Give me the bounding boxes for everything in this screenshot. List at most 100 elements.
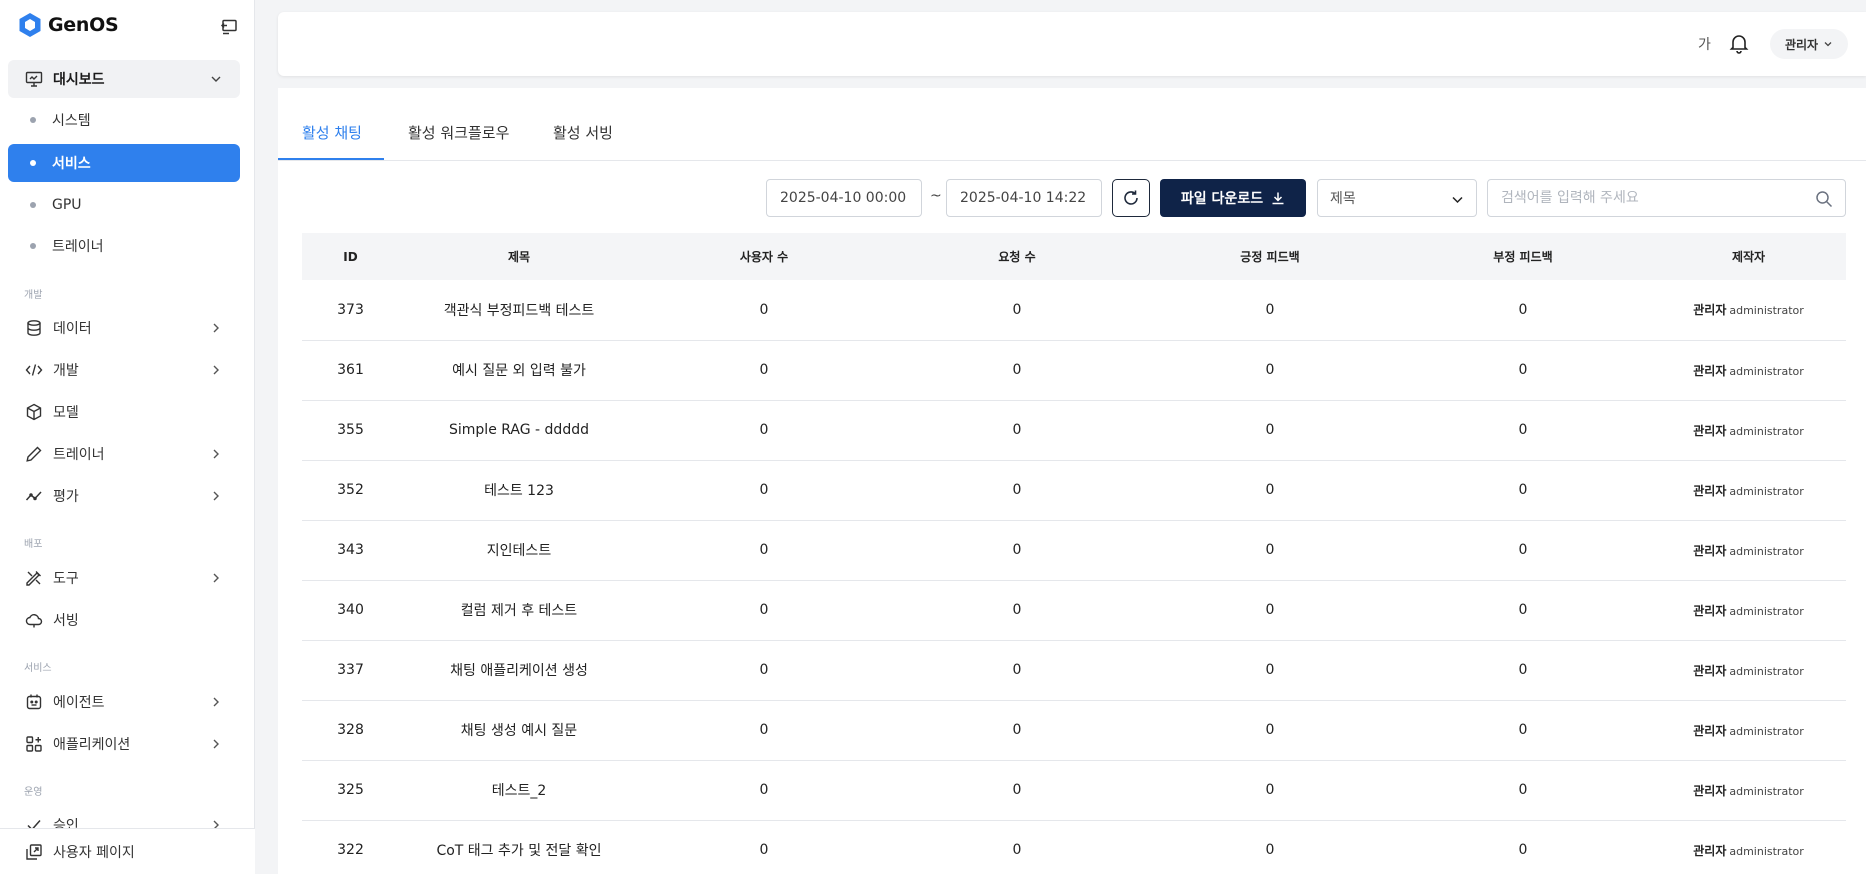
author-id: administrator <box>1729 664 1804 678</box>
author-id: administrator <box>1729 484 1804 498</box>
chevron-right-icon <box>210 364 222 376</box>
column-header-title[interactable]: 제목 <box>399 233 639 280</box>
tab-active-serving[interactable]: 활성 서빙 <box>553 122 613 143</box>
cell-title[interactable]: 예시 질문 외 입력 불가 <box>399 340 639 401</box>
cell-title[interactable]: 테스트 123 <box>399 460 639 521</box>
sidebar: GenOS 대시보드 시스템 서비스 GPU 트레이너 개발 데이터 개발 모델… <box>0 0 255 874</box>
cell-title[interactable]: 테스트_2 <box>399 760 639 821</box>
cell-positive: 0 <box>1145 520 1395 581</box>
cell-requests: 0 <box>889 520 1145 581</box>
author-name: 관리자 <box>1693 423 1727 438</box>
chat-table-container: ID 제목 사용자 수 요청 수 긍정 피드백 부정 피드백 제작자 373 객관… <box>302 233 1846 874</box>
cell-title[interactable]: 채팅 생성 예시 질문 <box>399 700 639 761</box>
search-field-select[interactable]: 제목 <box>1317 179 1477 217</box>
cell-title[interactable]: 채팅 애플리케이션 생성 <box>399 640 639 701</box>
author-id: administrator <box>1729 424 1804 438</box>
tools-icon <box>25 569 43 587</box>
cell-negative: 0 <box>1395 460 1651 521</box>
pencil-icon <box>25 445 43 463</box>
author-id: administrator <box>1729 844 1804 858</box>
table-row[interactable]: 322 CoT 태그 추가 및 전달 확인 0 0 0 0 관리자 administrator <box>302 820 1846 874</box>
sidebar-item-label: 대시보드 <box>53 72 105 88</box>
chevron-right-icon <box>210 696 222 708</box>
bell-icon[interactable] <box>1728 32 1750 54</box>
table-row[interactable]: 373 객관식 부정피드백 테스트 0 0 0 0 관리자 administrator <box>302 280 1846 341</box>
refresh-button[interactable] <box>1112 179 1150 217</box>
cell-positive: 0 <box>1145 760 1395 821</box>
cell-title[interactable]: 컬럼 제거 후 테스트 <box>399 580 639 641</box>
tab-active-workflow[interactable]: 활성 워크플로우 <box>408 122 509 143</box>
cell-title[interactable]: CoT 태그 추가 및 전달 확인 <box>399 820 639 874</box>
sidebar-collapse-icon[interactable] <box>220 18 238 36</box>
cell-users: 0 <box>639 640 889 701</box>
sidebar-item-model[interactable]: 모델 <box>8 393 240 431</box>
sidebar-subitem-service[interactable]: 서비스 <box>8 144 240 182</box>
cell-author: 관리자 administrator <box>1651 340 1846 401</box>
chat-table: ID 제목 사용자 수 요청 수 긍정 피드백 부정 피드백 제작자 373 객관… <box>302 233 1846 874</box>
column-header-positive-feedback[interactable]: 긍정 피드백 <box>1145 233 1395 280</box>
cell-negative: 0 <box>1395 820 1651 874</box>
column-header-users[interactable]: 사용자 수 <box>639 233 889 280</box>
chevron-right-icon <box>210 448 222 460</box>
author-name: 관리자 <box>1693 723 1727 738</box>
sidebar-item-trainer[interactable]: 트레이너 <box>8 435 240 473</box>
date-from-input[interactable]: 2025-04-10 00:00 <box>766 179 922 217</box>
sidebar-subitem-trainer[interactable]: 트레이너 <box>8 227 240 265</box>
cell-positive: 0 <box>1145 580 1395 641</box>
table-row[interactable]: 355 Simple RAG - ddddd 0 0 0 0 관리자 administrato… <box>302 400 1846 461</box>
table-row[interactable]: 361 예시 질문 외 입력 불가 0 0 0 0 관리자 administrator <box>302 340 1846 401</box>
sidebar-item-label: 개발 <box>53 363 79 379</box>
cell-requests: 0 <box>889 580 1145 641</box>
sidebar-item-dashboard[interactable]: 대시보드 <box>8 60 240 98</box>
author-id: administrator <box>1729 304 1804 318</box>
cell-author: 관리자 administrator <box>1651 460 1846 521</box>
cell-requests: 0 <box>889 400 1145 461</box>
column-header-negative-feedback[interactable]: 부정 피드백 <box>1395 233 1651 280</box>
table-row[interactable]: 337 채팅 애플리케이션 생성 0 0 0 0 관리자 administrator <box>302 640 1846 701</box>
sidebar-item-label: GPU <box>52 197 82 213</box>
table-row[interactable]: 325 테스트_2 0 0 0 0 관리자 administrator <box>302 760 1846 821</box>
monitor-icon <box>25 70 43 88</box>
cell-title[interactable]: Simple RAG - ddddd <box>399 400 639 461</box>
table-row[interactable]: 352 테스트 123 0 0 0 0 관리자 administrator <box>302 460 1846 521</box>
author-name: 관리자 <box>1693 303 1727 318</box>
sidebar-user-page-link[interactable]: 사용자 페이지 <box>0 828 255 874</box>
app-logo[interactable]: GenOS <box>18 12 119 38</box>
sidebar-item-dev[interactable]: 개발 <box>8 351 240 389</box>
cell-id: 373 <box>302 280 399 341</box>
date-to-input[interactable]: 2025-04-10 14:22 <box>946 179 1102 217</box>
table-row[interactable]: 328 채팅 생성 예시 질문 0 0 0 0 관리자 administrator <box>302 700 1846 761</box>
author-id: administrator <box>1729 364 1804 378</box>
sidebar-subitem-system[interactable]: 시스템 <box>8 101 240 139</box>
user-name: 관리자 <box>1784 37 1819 52</box>
sidebar-item-data[interactable]: 데이터 <box>8 309 240 347</box>
table-row[interactable]: 340 컬럼 제거 후 테스트 0 0 0 0 관리자 administrator <box>302 580 1846 641</box>
cell-title[interactable]: 지인테스트 <box>399 520 639 581</box>
file-download-button[interactable]: 파일 다운로드 <box>1160 179 1306 217</box>
cell-author: 관리자 administrator <box>1651 520 1846 581</box>
cell-title[interactable]: 객관식 부정피드백 테스트 <box>399 280 639 341</box>
search-icon[interactable] <box>1815 190 1833 208</box>
cell-positive: 0 <box>1145 700 1395 761</box>
column-header-author[interactable]: 제작자 <box>1651 233 1846 280</box>
tab-active-chat[interactable]: 활성 채팅 <box>302 122 362 143</box>
cell-users: 0 <box>639 340 889 401</box>
cell-author: 관리자 administrator <box>1651 580 1846 641</box>
font-size-toggle[interactable]: 가 <box>1698 34 1711 54</box>
sidebar-subitem-gpu[interactable]: GPU <box>8 186 240 224</box>
user-menu[interactable]: 관리자 <box>1770 29 1848 59</box>
search-input[interactable] <box>1488 180 1788 216</box>
sidebar-item-eval[interactable]: 평가 <box>8 477 240 515</box>
genos-logo-icon <box>18 12 42 38</box>
sidebar-item-tools[interactable]: 도구 <box>8 559 240 597</box>
sidebar-item-serving[interactable]: 서빙 <box>8 601 240 639</box>
sidebar-item-label: 서비스 <box>52 156 91 172</box>
bullet-icon <box>30 160 36 166</box>
column-header-requests[interactable]: 요청 수 <box>889 233 1145 280</box>
cell-requests: 0 <box>889 340 1145 401</box>
column-header-id[interactable]: ID <box>302 233 399 280</box>
sidebar-item-applications[interactable]: 애플리케이션 <box>8 725 240 763</box>
sidebar-item-agent[interactable]: 에이전트 <box>8 683 240 721</box>
table-row[interactable]: 343 지인테스트 0 0 0 0 관리자 administrator <box>302 520 1846 581</box>
chevron-right-icon <box>210 490 222 502</box>
